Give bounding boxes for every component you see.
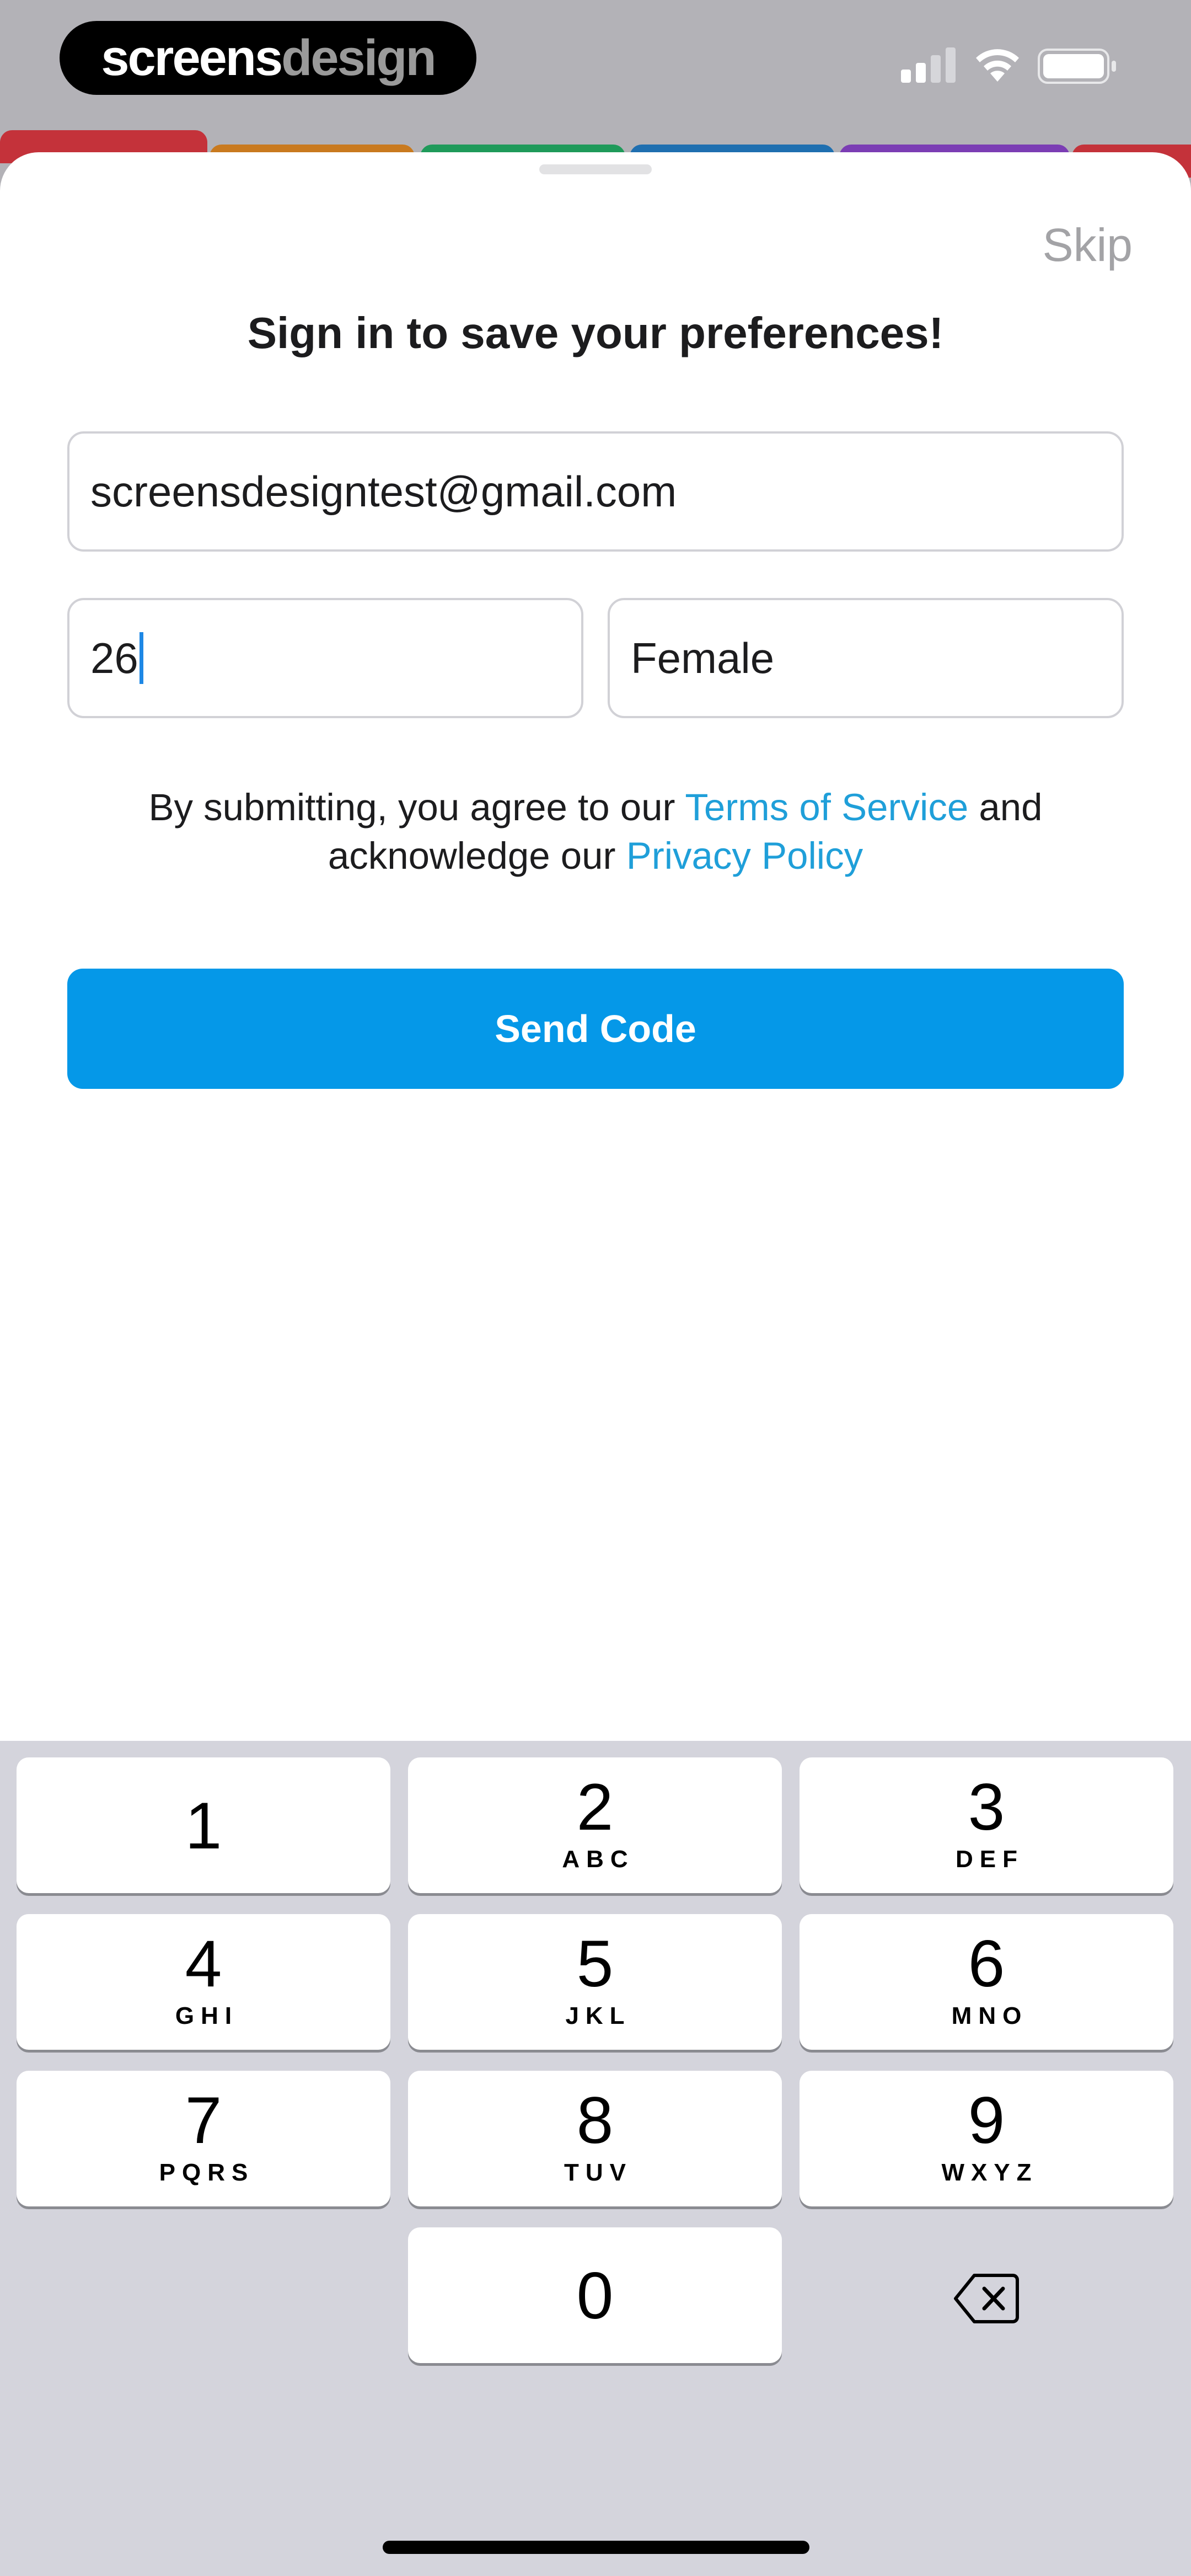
key-letters: PQRS bbox=[159, 2159, 255, 2186]
key-2[interactable]: 2 ABC bbox=[408, 1757, 782, 1893]
key-5[interactable]: 5 JKL bbox=[408, 1914, 782, 2050]
key-digit: 5 bbox=[576, 1927, 614, 2001]
legal-text: By submitting, you agree to our Terms of… bbox=[0, 783, 1191, 880]
legal-and: and bbox=[968, 786, 1043, 829]
key-4[interactable]: 4 GHI bbox=[17, 1914, 390, 2050]
key-7[interactable]: 7 PQRS bbox=[17, 2071, 390, 2206]
key-digit: 8 bbox=[576, 2083, 614, 2157]
battery-icon bbox=[1038, 49, 1116, 84]
key-3[interactable]: 3 DEF bbox=[800, 1757, 1173, 1893]
key-digit: 6 bbox=[968, 1927, 1005, 2001]
skip-button[interactable]: Skip bbox=[1043, 218, 1133, 272]
brand-logo-part-2: design bbox=[281, 29, 436, 86]
sheet-grabber[interactable] bbox=[539, 164, 652, 174]
key-letters: TUV bbox=[564, 2159, 632, 2186]
legal-acknowledge: acknowledge our bbox=[328, 835, 626, 877]
key-letters: MNO bbox=[951, 2002, 1028, 2029]
privacy-policy-link[interactable]: Privacy Policy bbox=[626, 835, 863, 877]
key-letters: WXYZ bbox=[941, 2159, 1038, 2186]
key-letters: JKL bbox=[565, 2002, 631, 2029]
email-field-value: screensdesigntest@gmail.com bbox=[90, 467, 677, 516]
key-digit: 3 bbox=[968, 1770, 1005, 1844]
age-field-value: 26 bbox=[90, 633, 138, 682]
key-letters: GHI bbox=[175, 2002, 239, 2029]
age-field[interactable]: 26 bbox=[67, 598, 583, 718]
terms-of-service-link[interactable]: Terms of Service bbox=[685, 786, 968, 829]
backspace-key[interactable] bbox=[800, 2231, 1173, 2366]
key-0[interactable]: 0 bbox=[408, 2227, 782, 2363]
key-digit: 4 bbox=[185, 1927, 222, 2001]
home-indicator bbox=[383, 2541, 809, 2554]
brand-logo: screens design bbox=[60, 21, 476, 95]
page-title: Sign in to save your preferences! bbox=[247, 308, 944, 357]
gender-field-value: Female bbox=[631, 633, 775, 682]
status-bar: screens design bbox=[0, 0, 1191, 132]
numeric-keypad: 1 2 ABC 3 DEF 4 GHI 5 JKL 6 MNO 7 PQRS 8 TUV 9 WXYZ 0 bbox=[0, 1741, 1191, 2576]
key-letters: ABC bbox=[562, 1846, 635, 1873]
backspace-icon bbox=[954, 2274, 1019, 2323]
key-digit: 2 bbox=[576, 1770, 614, 1844]
cellular-signal-icon bbox=[901, 47, 956, 83]
send-code-button[interactable]: Send Code bbox=[67, 969, 1124, 1089]
key-digit: 0 bbox=[576, 2259, 614, 2333]
key-digit: 1 bbox=[185, 1789, 222, 1863]
key-digit: 9 bbox=[968, 2083, 1005, 2157]
sign-in-sheet: Skip Sign in to save your preferences! s… bbox=[0, 152, 1191, 1741]
email-field[interactable]: screensdesigntest@gmail.com bbox=[67, 431, 1124, 552]
key-letters: DEF bbox=[956, 1846, 1024, 1873]
brand-logo-part-1: screens bbox=[101, 29, 283, 86]
key-6[interactable]: 6 MNO bbox=[800, 1914, 1173, 2050]
key-1[interactable]: 1 bbox=[17, 1757, 390, 1893]
key-8[interactable]: 8 TUV bbox=[408, 2071, 782, 2206]
text-cursor bbox=[139, 632, 143, 684]
key-digit: 7 bbox=[185, 2083, 222, 2157]
wifi-icon bbox=[976, 49, 1019, 82]
legal-prefix: By submitting, you agree to our bbox=[148, 786, 685, 829]
gender-field[interactable]: Female bbox=[608, 598, 1124, 718]
key-9[interactable]: 9 WXYZ bbox=[800, 2071, 1173, 2206]
